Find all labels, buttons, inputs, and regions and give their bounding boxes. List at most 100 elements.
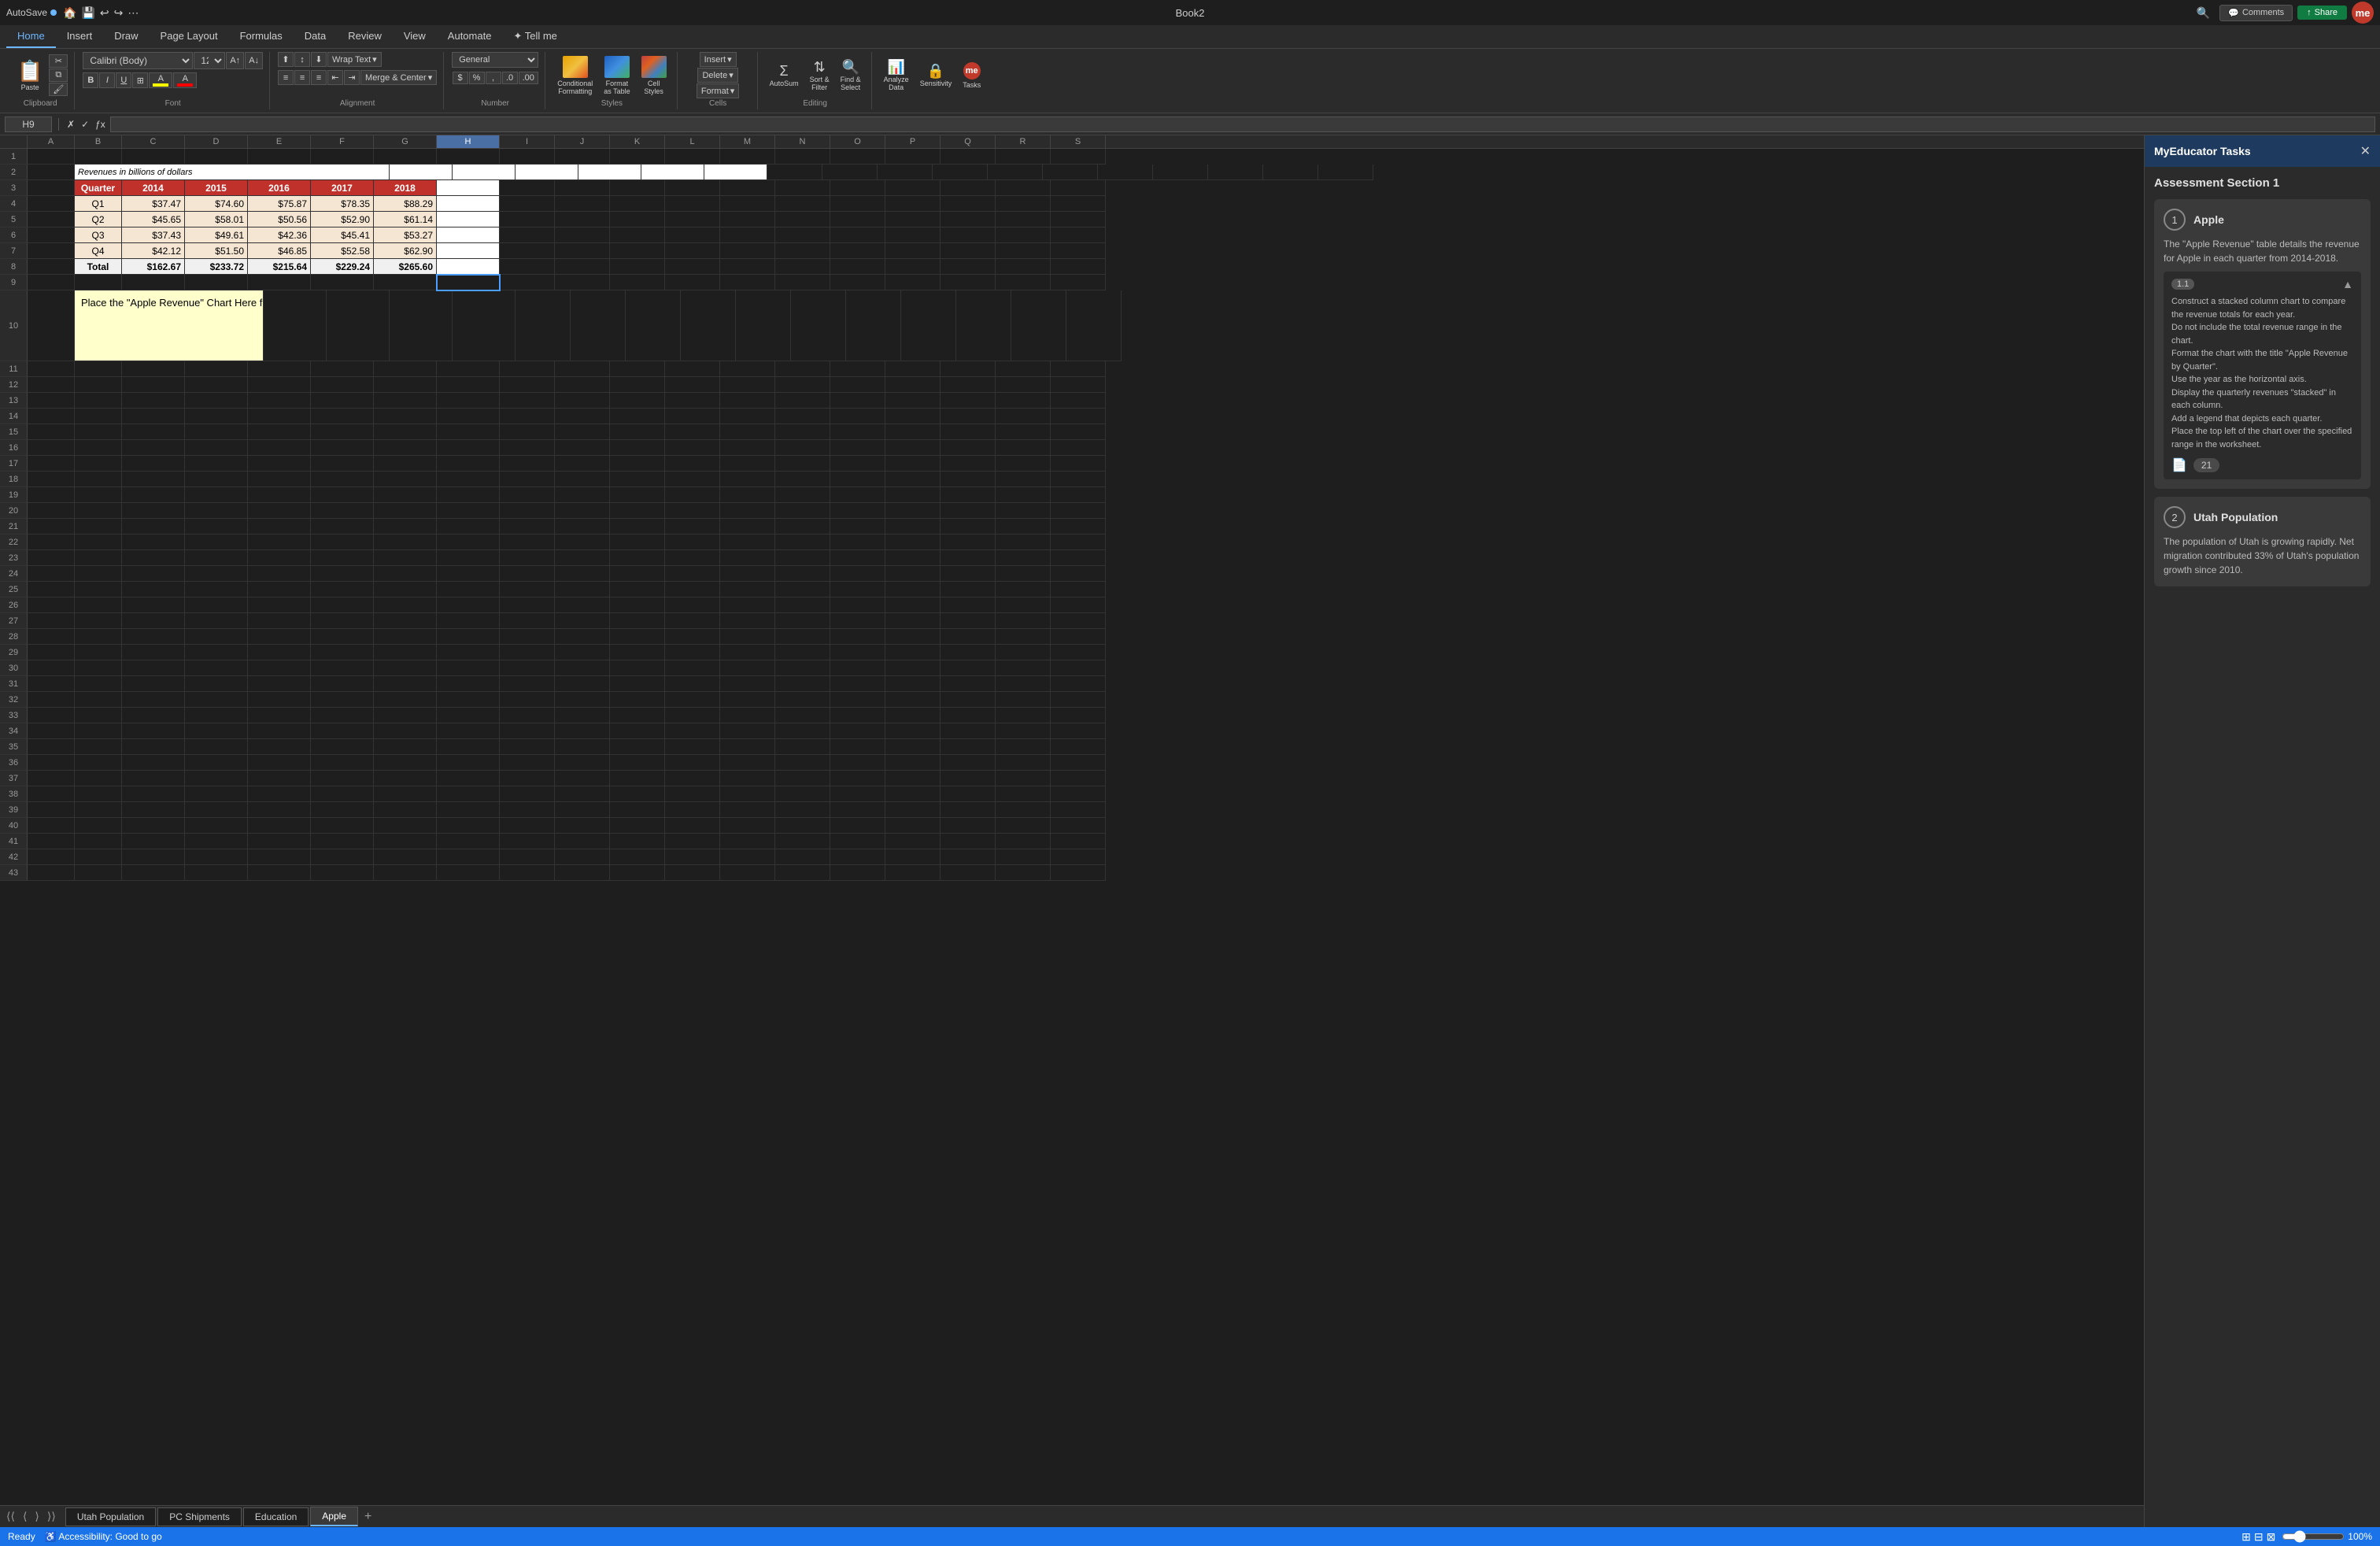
cell-L4[interactable] xyxy=(665,196,720,212)
cell-R42[interactable] xyxy=(996,849,1051,865)
cell-N22[interactable] xyxy=(775,534,830,550)
row-num-20[interactable]: 20 xyxy=(0,503,28,519)
insert-button[interactable]: Insert ▾ xyxy=(700,52,737,67)
cell-R12[interactable] xyxy=(996,377,1051,393)
cell-S39[interactable] xyxy=(1051,802,1106,818)
cell-styles-button[interactable]: CellStyles xyxy=(638,54,671,98)
cell-I9[interactable] xyxy=(500,275,555,290)
increase-indent-button[interactable]: ⇥ xyxy=(344,70,360,85)
cell-K28[interactable] xyxy=(610,629,665,645)
cell-N1[interactable] xyxy=(775,149,830,165)
cell-I33[interactable] xyxy=(500,708,555,723)
cell-K38[interactable] xyxy=(610,786,665,802)
cell-C33[interactable] xyxy=(122,708,185,723)
cell-I21[interactable] xyxy=(500,519,555,534)
cell-K16[interactable] xyxy=(610,440,665,456)
cell-D22[interactable] xyxy=(185,534,248,550)
row-num-5[interactable]: 5 xyxy=(0,212,28,227)
cell-R7[interactable] xyxy=(996,243,1051,259)
cell-F22[interactable] xyxy=(311,534,374,550)
cell-L18[interactable] xyxy=(665,472,720,487)
font-name-selector[interactable]: Calibri (Body) xyxy=(83,52,193,69)
cell-E25[interactable] xyxy=(248,582,311,597)
cell-L9[interactable] xyxy=(665,275,720,290)
cell-A28[interactable] xyxy=(28,629,75,645)
cell-P2[interactable] xyxy=(1153,165,1208,180)
cell-A35[interactable] xyxy=(28,739,75,755)
add-sheet-button[interactable]: + xyxy=(360,1508,376,1526)
cell-E12[interactable] xyxy=(248,377,311,393)
cell-C16[interactable] xyxy=(122,440,185,456)
cell-K34[interactable] xyxy=(610,723,665,739)
cell-J21[interactable] xyxy=(555,519,610,534)
cell-R27[interactable] xyxy=(996,613,1051,629)
cell-C5[interactable]: $45.65 xyxy=(122,212,185,227)
cell-C6[interactable]: $37.43 xyxy=(122,227,185,243)
cell-L26[interactable] xyxy=(665,597,720,613)
cell-D8[interactable]: $233.72 xyxy=(185,259,248,275)
cell-C27[interactable] xyxy=(122,613,185,629)
cell-A36[interactable] xyxy=(28,755,75,771)
cell-Q34[interactable] xyxy=(941,723,996,739)
cell-Q19[interactable] xyxy=(941,487,996,503)
cell-E4[interactable]: $75.87 xyxy=(248,196,311,212)
cell-K29[interactable] xyxy=(610,645,665,660)
cell-C20[interactable] xyxy=(122,503,185,519)
cell-I29[interactable] xyxy=(500,645,555,660)
cell-H15[interactable] xyxy=(437,424,500,440)
cell-O23[interactable] xyxy=(830,550,885,566)
cell-Q23[interactable] xyxy=(941,550,996,566)
col-header-I[interactable]: I xyxy=(500,135,555,148)
col-header-N[interactable]: N xyxy=(775,135,830,148)
cell-Q9[interactable] xyxy=(941,275,996,290)
cell-Q42[interactable] xyxy=(941,849,996,865)
cell-Q40[interactable] xyxy=(941,818,996,834)
cell-M11[interactable] xyxy=(720,361,775,377)
cell-H8[interactable] xyxy=(437,259,500,275)
cell-L41[interactable] xyxy=(665,834,720,849)
cell-D4[interactable]: $74.60 xyxy=(185,196,248,212)
cell-D7[interactable]: $51.50 xyxy=(185,243,248,259)
col-header-P[interactable]: P xyxy=(885,135,941,148)
cell-N42[interactable] xyxy=(775,849,830,865)
cell-O29[interactable] xyxy=(830,645,885,660)
cell-C13[interactable] xyxy=(122,393,185,409)
cell-M32[interactable] xyxy=(720,692,775,708)
cell-S5[interactable] xyxy=(1051,212,1106,227)
cell-N29[interactable] xyxy=(775,645,830,660)
cell-L33[interactable] xyxy=(665,708,720,723)
cell-G1[interactable] xyxy=(374,149,437,165)
cell-O39[interactable] xyxy=(830,802,885,818)
cell-I39[interactable] xyxy=(500,802,555,818)
cell-E40[interactable] xyxy=(248,818,311,834)
row-num-3[interactable]: 3 xyxy=(0,180,28,196)
cell-F21[interactable] xyxy=(311,519,374,534)
cell-R11[interactable] xyxy=(996,361,1051,377)
cell-Q6[interactable] xyxy=(941,227,996,243)
cell-M9[interactable] xyxy=(720,275,775,290)
cell-B30[interactable] xyxy=(75,660,122,676)
cell-K1[interactable] xyxy=(610,149,665,165)
cell-L34[interactable] xyxy=(665,723,720,739)
cell-M1[interactable] xyxy=(720,149,775,165)
cell-G13[interactable] xyxy=(374,393,437,409)
cell-H30[interactable] xyxy=(437,660,500,676)
row-num-32[interactable]: 32 xyxy=(0,692,28,708)
cell-D40[interactable] xyxy=(185,818,248,834)
cell-J5[interactable] xyxy=(555,212,610,227)
cell-E13[interactable] xyxy=(248,393,311,409)
cell-A13[interactable] xyxy=(28,393,75,409)
cell-N3[interactable] xyxy=(775,180,830,196)
cell-G9[interactable] xyxy=(374,275,437,290)
find-select-button[interactable]: 🔍 Find &Select xyxy=(837,57,865,94)
cell-P12[interactable] xyxy=(885,377,941,393)
cell-R6[interactable] xyxy=(996,227,1051,243)
cell-S34[interactable] xyxy=(1051,723,1106,739)
increase-decimal-button[interactable]: .00 xyxy=(519,72,538,84)
cell-B39[interactable] xyxy=(75,802,122,818)
cell-I41[interactable] xyxy=(500,834,555,849)
cell-I3[interactable] xyxy=(500,180,555,196)
cell-S31[interactable] xyxy=(1051,676,1106,692)
cell-L5[interactable] xyxy=(665,212,720,227)
cell-H2[interactable] xyxy=(704,165,767,180)
